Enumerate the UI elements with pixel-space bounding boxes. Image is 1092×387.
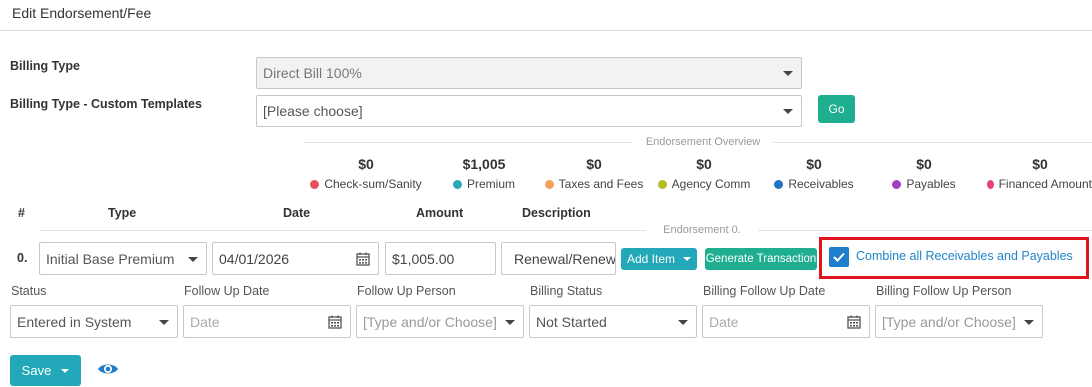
col-header-date: Date xyxy=(283,206,311,220)
endorsement-divider-right xyxy=(758,230,1092,231)
billing-custom-label: Billing Type - Custom Templates xyxy=(10,97,202,111)
billing-status-value: Not Started xyxy=(536,313,607,330)
status-label: Status xyxy=(11,284,47,298)
add-item-button[interactable]: Add Item xyxy=(621,248,697,270)
save-button[interactable]: Save xyxy=(10,355,81,386)
follow-up-person-placeholder: [Type and/or Choose] xyxy=(363,313,497,330)
overview-caption: Endorsement Overview xyxy=(645,136,761,148)
calendar-icon[interactable] xyxy=(847,315,861,329)
billing-follow-up-date-label: Billing Follow Up Date xyxy=(703,284,826,298)
stat-label: Check-sum/Sanity xyxy=(324,177,422,191)
col-header-amount: Amount xyxy=(416,206,464,220)
generate-transaction-button[interactable]: Generate Transaction xyxy=(705,248,817,270)
date-input[interactable]: 04/01/2026 xyxy=(212,242,379,275)
chevron-down-icon xyxy=(159,319,169,325)
chevron-down-icon xyxy=(61,368,70,373)
overview-divider-left xyxy=(303,142,633,143)
stat-label: Premium xyxy=(466,177,515,191)
stat-label: Financed Amount xyxy=(998,177,1092,191)
chevron-down-icon xyxy=(783,71,793,76)
stat-label: Payables xyxy=(906,177,956,191)
billing-follow-up-date-input[interactable]: Date xyxy=(702,305,870,338)
chevron-down-icon xyxy=(783,109,793,114)
col-header-num: # xyxy=(18,206,25,220)
financed-dot-icon xyxy=(987,179,994,189)
payables-dot-icon xyxy=(892,179,902,189)
billing-type-select[interactable]: Direct Bill 100% xyxy=(256,57,802,89)
stat-agency-comm: $0 Agency Comm xyxy=(644,156,764,191)
check-sum-dot-icon xyxy=(310,179,320,189)
billing-type-value: Direct Bill 100% xyxy=(263,65,362,81)
combine-checkbox[interactable] xyxy=(829,247,849,267)
stat-label: Agency Comm xyxy=(671,177,751,191)
stat-value: $0 xyxy=(1032,156,1048,172)
go-button[interactable]: Go xyxy=(818,95,855,123)
status-value: Entered in System xyxy=(17,313,132,330)
col-header-type: Type xyxy=(108,206,137,220)
row-number: 0. xyxy=(17,251,28,265)
save-label: Save xyxy=(21,363,52,378)
follow-up-date-placeholder: Date xyxy=(190,313,220,330)
eye-icon[interactable] xyxy=(97,362,119,376)
chevron-down-icon xyxy=(683,257,692,261)
description-input[interactable]: Renewal/Renewal xyxy=(501,242,616,275)
stat-value: $0 xyxy=(806,156,822,172)
stat-receivables: $0 Receivables xyxy=(754,156,874,191)
overview-divider-right xyxy=(773,142,1092,143)
follow-up-person-label: Follow Up Person xyxy=(357,284,456,298)
calendar-icon[interactable] xyxy=(356,252,370,266)
description-value: Renewal/Renewal xyxy=(514,250,616,267)
stat-financed: $0 Financed Amount xyxy=(980,156,1092,191)
stat-value: $1,005 xyxy=(462,156,506,172)
premium-dot-icon xyxy=(452,179,462,189)
status-select[interactable]: Entered in System xyxy=(10,305,178,338)
chevron-down-icon xyxy=(188,256,198,262)
title-divider xyxy=(0,30,1092,31)
add-item-label: Add Item xyxy=(626,252,676,266)
billing-custom-value: [Please choose] xyxy=(263,103,363,119)
stat-taxes: $0 Taxes and Fees xyxy=(534,156,654,191)
follow-up-date-input[interactable]: Date xyxy=(183,305,351,338)
stat-label: Receivables xyxy=(788,177,854,191)
combine-label[interactable]: Combine all Receivables and Payables xyxy=(856,249,1073,263)
endorsement-caption: Endorsement 0. xyxy=(663,224,741,236)
billing-status-select[interactable]: Not Started xyxy=(529,305,697,338)
stat-label: Taxes and Fees xyxy=(558,177,644,191)
amount-input[interactable]: $1,005.00 xyxy=(385,242,496,275)
endorsement-divider-left xyxy=(40,230,646,231)
date-value: 04/01/2026 xyxy=(219,250,290,267)
stat-value: $0 xyxy=(586,156,602,172)
billing-follow-up-person-select[interactable]: [Type and/or Choose] xyxy=(875,305,1043,338)
taxes-dot-icon xyxy=(544,179,554,189)
billing-custom-select[interactable]: [Please choose] xyxy=(256,95,802,127)
billing-type-label: Billing Type xyxy=(10,59,80,73)
stat-value: $0 xyxy=(358,156,374,172)
chevron-down-icon xyxy=(1024,319,1034,325)
billing-status-label: Billing Status xyxy=(530,284,603,298)
type-select[interactable]: Initial Base Premium xyxy=(39,242,207,275)
amount-value: $1,005.00 xyxy=(392,250,455,267)
receivables-dot-icon xyxy=(774,179,784,189)
billing-follow-up-person-placeholder: [Type and/or Choose] xyxy=(882,313,1016,330)
calendar-icon[interactable] xyxy=(328,315,342,329)
stat-check-sum: $0 Check-sum/Sanity xyxy=(306,156,426,191)
stat-payables: $0 Payables xyxy=(864,156,984,191)
chevron-down-icon xyxy=(678,319,688,325)
stat-value: $0 xyxy=(696,156,712,172)
stat-value: $0 xyxy=(916,156,932,172)
follow-up-date-label: Follow Up Date xyxy=(184,284,270,298)
panel-title: Edit Endorsement/Fee xyxy=(12,5,152,21)
type-value: Initial Base Premium xyxy=(46,250,175,267)
col-header-description: Description xyxy=(522,206,591,220)
check-icon xyxy=(833,252,845,262)
stat-premium: $1,005 Premium xyxy=(424,156,544,191)
billing-follow-up-date-placeholder: Date xyxy=(709,313,739,330)
follow-up-person-select[interactable]: [Type and/or Choose] xyxy=(356,305,524,338)
agency-comm-dot-icon xyxy=(657,179,667,189)
billing-follow-up-person-label: Billing Follow Up Person xyxy=(876,284,1012,298)
chevron-down-icon xyxy=(505,319,515,325)
